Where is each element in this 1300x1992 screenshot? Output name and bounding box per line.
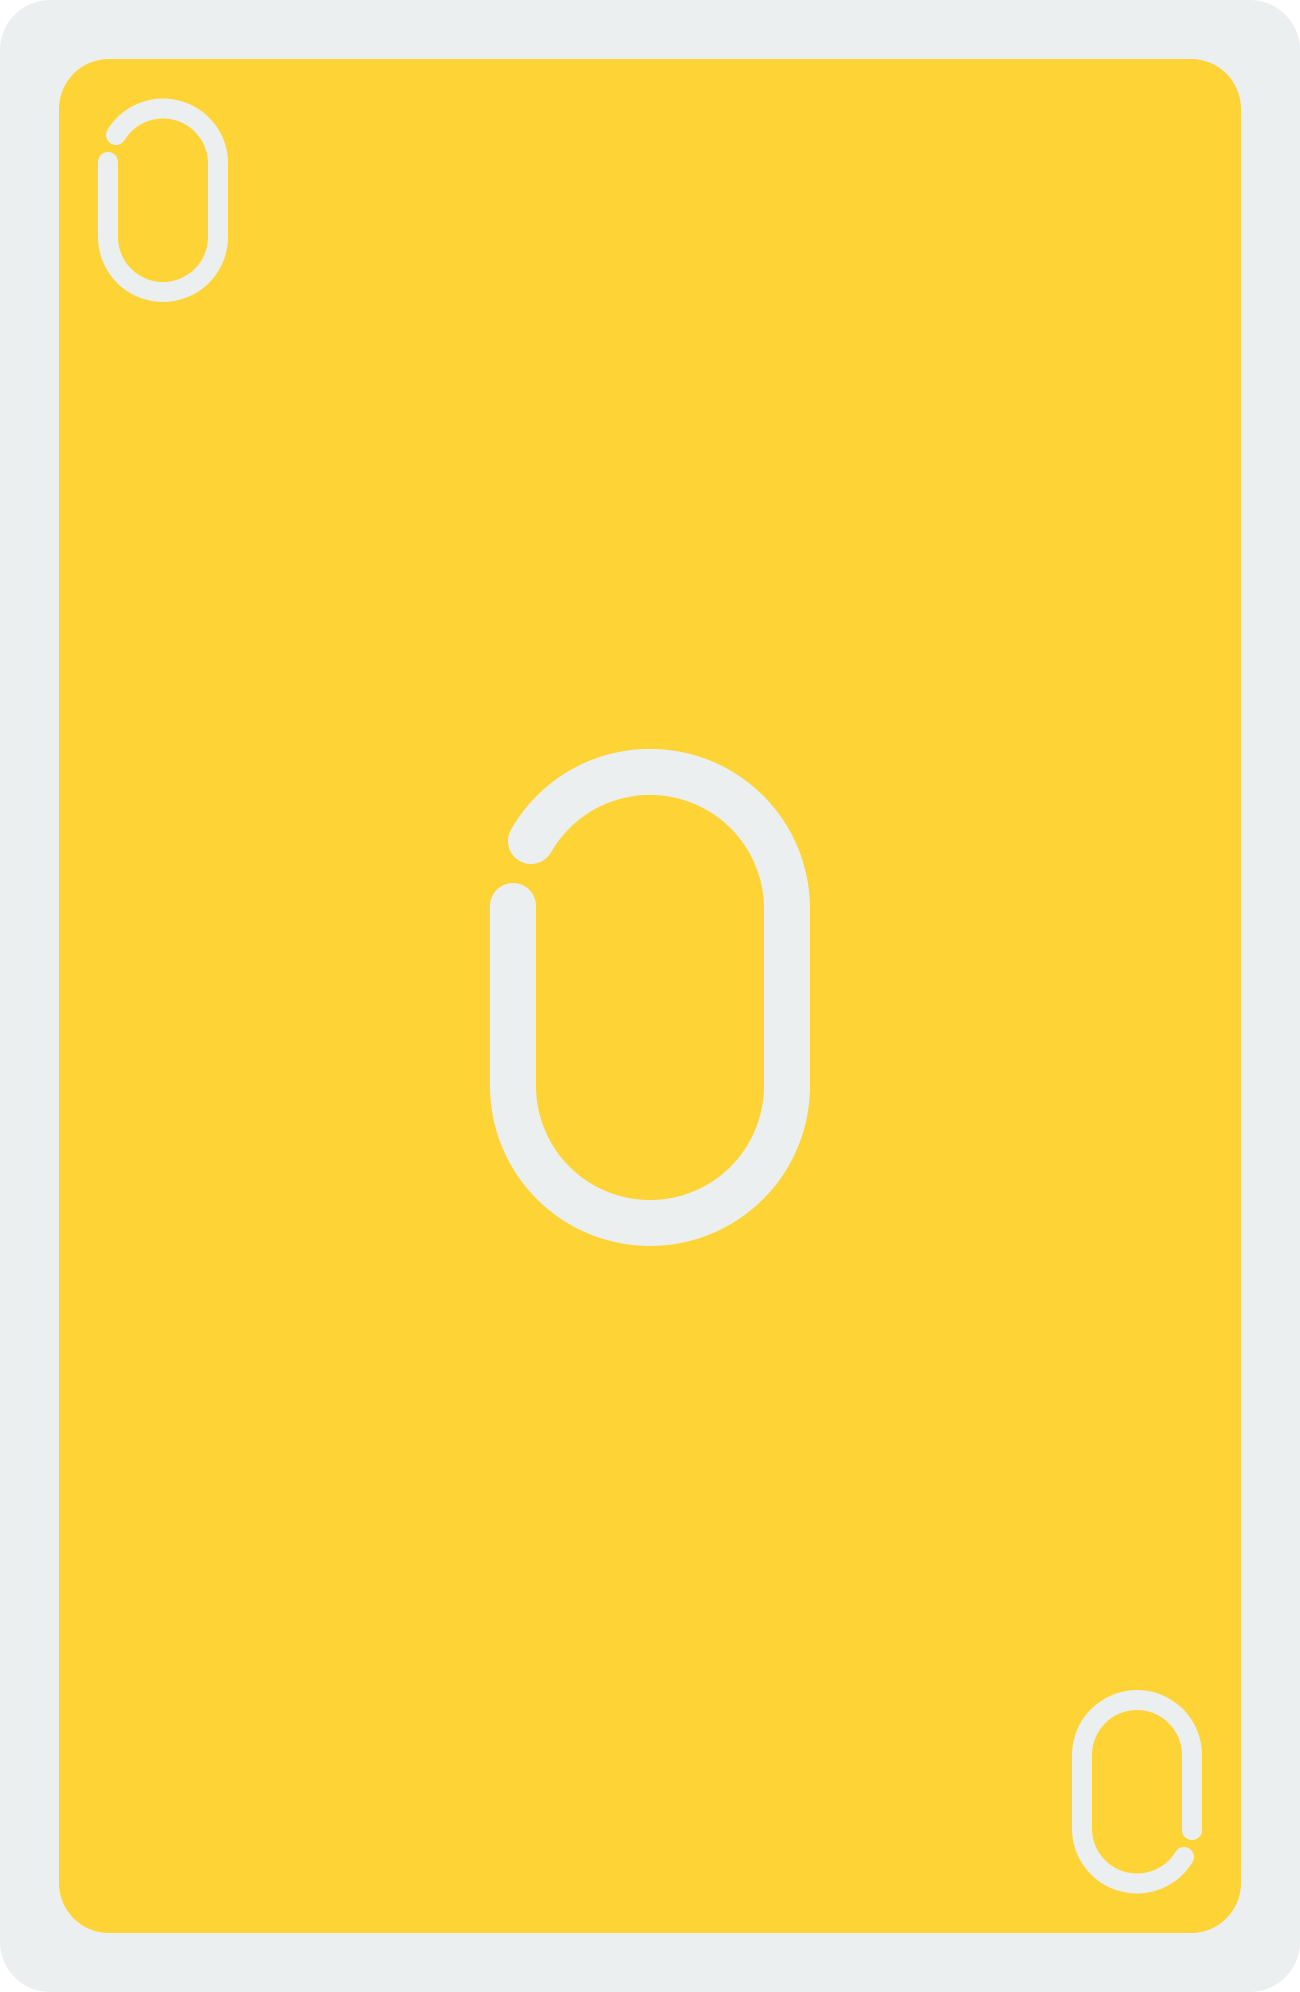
- corner-zero-top-left-icon: [98, 98, 228, 302]
- corner-zero-bottom-right-icon: [1072, 1690, 1202, 1894]
- center-zero-icon: [490, 748, 810, 1246]
- playing-card: [0, 0, 1300, 1992]
